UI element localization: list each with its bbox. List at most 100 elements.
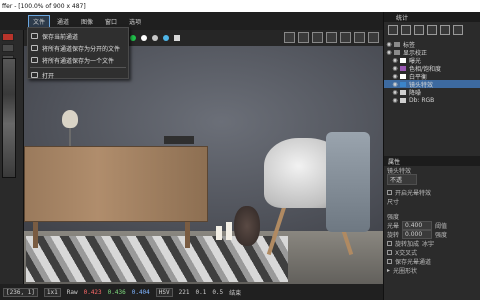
render-turntable xyxy=(164,136,194,144)
bloom-checkbox[interactable] xyxy=(387,190,392,195)
hsv-select[interactable]: HSV xyxy=(155,287,173,297)
menu-save-all-separate[interactable]: 将所有通道保存为分开的文件 xyxy=(28,42,128,54)
clear-icon[interactable] xyxy=(453,25,463,35)
render-vase xyxy=(234,206,260,246)
b-value: 0.404 xyxy=(131,288,150,296)
layer-swatch xyxy=(394,49,400,55)
status-bar: [236, 1] 1x1 Raw 0.423 0.436 0.404 HSV 2… xyxy=(0,284,383,300)
layer-swatch xyxy=(400,57,406,63)
eye-icon[interactable]: ◉ xyxy=(390,97,400,104)
light-value-field[interactable]: 0.400 xyxy=(402,221,433,230)
menu-channel[interactable]: 通道 xyxy=(52,15,74,28)
zoom-select[interactable]: 1x1 xyxy=(43,287,61,297)
history-icon[interactable] xyxy=(2,33,14,41)
size-row: 尺寸 xyxy=(387,199,400,206)
raw-label: Raw xyxy=(66,288,78,296)
eye-icon[interactable]: ◉ xyxy=(384,41,394,48)
lens-icon[interactable] xyxy=(340,32,351,43)
history-thumbnail-strip[interactable] xyxy=(2,58,16,178)
merge-layer-icon[interactable] xyxy=(414,25,424,35)
delete-layer-icon[interactable] xyxy=(440,25,450,35)
menu-save-all-single[interactable]: 将所有通道保存为一个文件 xyxy=(28,54,128,66)
save-image-icon[interactable] xyxy=(284,32,295,43)
white-channel-icon[interactable] xyxy=(141,35,147,41)
cross-checkbox[interactable] xyxy=(387,250,392,255)
s-value: 0.1 xyxy=(195,288,207,296)
expand-icon: ▸ xyxy=(387,267,391,274)
layer-swatch xyxy=(400,97,406,103)
add-layer-icon[interactable] xyxy=(388,25,398,35)
layer-item[interactable]: ◉ Db: RGB xyxy=(384,96,480,104)
window-title: ffer - [100.0% of 900 x 487] xyxy=(2,2,86,10)
layer-swatch xyxy=(400,65,406,71)
save-multiple-icon xyxy=(31,45,38,51)
render-viewport[interactable] xyxy=(24,46,383,284)
layer-swatch xyxy=(394,41,400,47)
eye-icon[interactable]: ◉ xyxy=(390,57,400,64)
alpha-channel-icon[interactable] xyxy=(174,35,180,41)
green-channel-icon[interactable] xyxy=(130,35,136,41)
right-panel: 统计 ◉ 标签 ◉ 显示校正 ◉ 曝光 ◉ 色相/饱和度 ◉ 白平衡 ◉ 镜头特… xyxy=(383,12,480,300)
layer-tools xyxy=(384,22,480,40)
g-value: 0.436 xyxy=(107,288,126,296)
gain-row: 强度 xyxy=(387,214,400,221)
crop-icon[interactable] xyxy=(298,32,309,43)
menu-open[interactable]: 打开 xyxy=(28,69,128,81)
save-bloom-checkbox[interactable] xyxy=(387,259,392,264)
blend-mode-select[interactable]: 不透 xyxy=(387,174,417,185)
region-render-icon[interactable] xyxy=(312,32,323,43)
rotate-value-field[interactable]: 0.000 xyxy=(402,230,433,239)
spin-checkbox[interactable] xyxy=(387,241,392,246)
menu-save-current-channel[interactable]: 保存当前通道 xyxy=(28,30,128,42)
menu-separator xyxy=(30,67,126,68)
undo-icon[interactable] xyxy=(2,44,14,52)
window-titlebar: ffer - [100.0% of 900 x 487] xyxy=(0,0,480,12)
layer-item-selected[interactable]: ◉ 镜头特效 xyxy=(384,80,480,89)
render-candle xyxy=(216,226,222,240)
layer-list-empty-area xyxy=(384,104,480,152)
render-lamp-stem xyxy=(69,126,71,146)
mono-channel-icon[interactable] xyxy=(152,35,158,41)
menu-image[interactable]: 图像 xyxy=(76,15,98,28)
aperture-row[interactable]: ▸ 光圈形状 xyxy=(384,266,480,275)
menu-file[interactable]: 文件 xyxy=(28,14,51,28)
layer-item[interactable]: ◉ 色相/饱和度 xyxy=(384,64,480,73)
render-blanket xyxy=(326,132,370,232)
stats-panel-header: 统计 xyxy=(384,12,480,22)
finish-label: 结束 xyxy=(229,289,242,297)
eye-icon[interactable]: ◉ xyxy=(390,81,400,88)
save-icon xyxy=(31,33,38,39)
light-row: 光晕 0.400 阈值 xyxy=(387,221,448,230)
save-multiple-icon xyxy=(31,57,38,63)
track-mouse-icon[interactable] xyxy=(326,32,337,43)
layer-swatch xyxy=(400,81,406,87)
menu-options[interactable]: 选项 xyxy=(124,15,146,28)
save-layers-icon[interactable] xyxy=(427,25,437,35)
layer-swatch xyxy=(400,89,406,95)
spin-row: 旋转加成 冰宇 xyxy=(384,239,480,248)
menu-window[interactable]: 窗口 xyxy=(100,15,122,28)
mode-row: 不透 xyxy=(384,174,480,185)
render-cabinet xyxy=(24,146,208,248)
eye-icon[interactable]: ◉ xyxy=(384,49,394,56)
layer-item[interactable]: ◉ 标签 xyxy=(384,40,480,49)
rotate-row: 旋转 0.000 强度 xyxy=(387,230,448,239)
bloom-toggle-row: 开启光晕特效 xyxy=(384,188,480,197)
stats-panel-title: 统计 xyxy=(396,14,409,22)
render-candle xyxy=(226,222,232,240)
eye-icon[interactable]: ◉ xyxy=(390,89,400,96)
r-value: 0.423 xyxy=(83,288,102,296)
blue-channel-icon[interactable] xyxy=(163,35,169,41)
save-bloom-row: 保存光晕通道 xyxy=(384,257,480,266)
stop-render-icon[interactable] xyxy=(354,32,365,43)
render-icon[interactable] xyxy=(368,32,379,43)
v-value: 0.5 xyxy=(212,288,224,296)
layer-swatch xyxy=(400,73,406,79)
copy-layer-icon[interactable] xyxy=(401,25,411,35)
eye-icon[interactable]: ◉ xyxy=(390,65,400,72)
cross-row: X交叉式 xyxy=(384,248,480,257)
h-value: 221 xyxy=(178,288,190,296)
eye-icon[interactable]: ◉ xyxy=(390,73,400,80)
layer-item[interactable]: ◉ 显示校正 xyxy=(384,48,480,57)
layer-item[interactable]: ◉ 降噪 xyxy=(384,88,480,97)
